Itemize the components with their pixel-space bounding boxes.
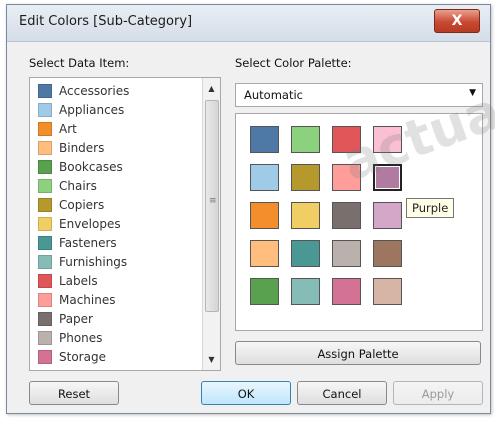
data-item-list[interactable]: Storage Phones Paper Machines Labels Furnishi… — [29, 77, 221, 371]
list-item-label: Bookcases — [59, 160, 123, 174]
list-item-label: Machines — [59, 293, 116, 307]
color-swatch — [38, 350, 52, 364]
close-button[interactable]: X — [434, 9, 480, 33]
ok-button[interactable]: OK — [201, 381, 291, 405]
list-item-label: Paper — [59, 312, 93, 326]
close-icon: X — [451, 13, 463, 29]
scroll-down-icon[interactable]: ▼ — [203, 351, 220, 368]
list-item-label: Labels — [59, 274, 98, 288]
color-swatch — [38, 217, 52, 231]
color-swatch — [38, 198, 52, 212]
palette-swatch[interactable] — [332, 240, 361, 267]
list-item[interactable]: Appliances — [38, 101, 124, 119]
list-item[interactable]: Machines — [38, 291, 115, 309]
list-item-label: Phones — [59, 331, 103, 345]
list-item[interactable]: Fasteners — [38, 234, 117, 252]
color-swatch — [38, 84, 52, 98]
palette-swatch[interactable] — [250, 164, 279, 191]
list-item[interactable]: Storage — [38, 348, 106, 366]
palette-swatch[interactable] — [373, 164, 402, 191]
palette-swatch[interactable] — [250, 202, 279, 229]
list-item-label: Envelopes — [59, 217, 121, 231]
color-swatch — [38, 274, 52, 288]
list-item-label: Furnishings — [59, 255, 128, 269]
palette-swatch[interactable] — [291, 202, 320, 229]
list-item[interactable]: Accessories — [38, 82, 129, 100]
color-swatch — [38, 179, 52, 193]
palette-swatch[interactable] — [332, 202, 361, 229]
list-item-label: Appliances — [59, 103, 125, 117]
color-swatch — [38, 255, 52, 269]
palette-swatch[interactable] — [332, 164, 361, 191]
data-item-label: Select Data Item: — [29, 56, 130, 70]
list-item[interactable]: Phones — [38, 329, 102, 347]
list-item[interactable]: Labels — [38, 272, 98, 290]
list-item-label: Accessories — [59, 84, 130, 98]
list-item[interactable]: Art — [38, 120, 77, 138]
apply-button[interactable]: Apply — [393, 381, 483, 405]
color-palette-select[interactable]: Automatic ▼ — [235, 83, 483, 107]
palette-swatch[interactable] — [332, 126, 361, 153]
color-tooltip: Purple — [406, 198, 455, 218]
scroll-up-icon[interactable]: ▲ — [203, 80, 220, 97]
cancel-button[interactable]: Cancel — [297, 381, 387, 405]
color-swatch — [38, 160, 52, 174]
chevron-down-icon: ▼ — [469, 88, 476, 98]
palette-grid: Purple — [235, 113, 483, 331]
list-item[interactable]: Paper — [38, 310, 93, 328]
color-swatch — [38, 236, 52, 250]
list-item-label: Art — [59, 122, 77, 136]
color-swatch — [38, 141, 52, 155]
list-item-label: Chairs — [59, 179, 97, 193]
scroll-thumb[interactable]: ≡ — [205, 100, 219, 312]
dialog-title: Edit Colors [Sub-Category] — [19, 14, 193, 29]
color-swatch — [38, 103, 52, 117]
list-item-label: Storage — [59, 350, 106, 364]
palette-swatch[interactable] — [291, 164, 320, 191]
list-scrollbar[interactable]: ▲ ≡ ▼ — [202, 78, 220, 370]
assign-palette-button[interactable]: Assign Palette — [235, 341, 481, 365]
palette-swatch[interactable] — [373, 278, 402, 305]
palette-select-value: Automatic — [244, 88, 303, 102]
list-item[interactable]: Chairs — [38, 177, 97, 195]
list-item[interactable]: Bookcases — [38, 158, 123, 176]
list-item-label: Copiers — [59, 198, 105, 212]
list-item-label: Fasteners — [59, 236, 117, 250]
palette-swatch[interactable] — [373, 202, 402, 229]
palette-swatch[interactable] — [250, 240, 279, 267]
color-palette-label: Select Color Palette: — [235, 56, 352, 70]
palette-swatch[interactable] — [291, 278, 320, 305]
palette-swatch[interactable] — [250, 126, 279, 153]
color-swatch — [38, 331, 52, 345]
reset-button[interactable]: Reset — [29, 381, 119, 405]
list-item[interactable]: Furnishings — [38, 253, 127, 271]
palette-swatch[interactable] — [291, 240, 320, 267]
grip-icon: ≡ — [209, 196, 217, 206]
palette-swatch[interactable] — [373, 240, 402, 267]
color-swatch — [38, 122, 52, 136]
title-bar: Edit Colors [Sub-Category] X — [7, 5, 490, 42]
list-item[interactable]: Copiers — [38, 196, 104, 214]
palette-swatch[interactable] — [373, 126, 402, 153]
palette-swatch[interactable] — [332, 278, 361, 305]
palette-swatch[interactable] — [291, 126, 320, 153]
color-swatch — [38, 312, 52, 326]
palette-swatch[interactable] — [250, 278, 279, 305]
color-swatch — [38, 293, 52, 307]
edit-colors-dialog: Edit Colors [Sub-Category] X Select Data… — [6, 4, 495, 414]
list-item-label: Binders — [59, 141, 105, 155]
list-item[interactable]: Binders — [38, 139, 104, 157]
list-item[interactable]: Envelopes — [38, 215, 121, 233]
